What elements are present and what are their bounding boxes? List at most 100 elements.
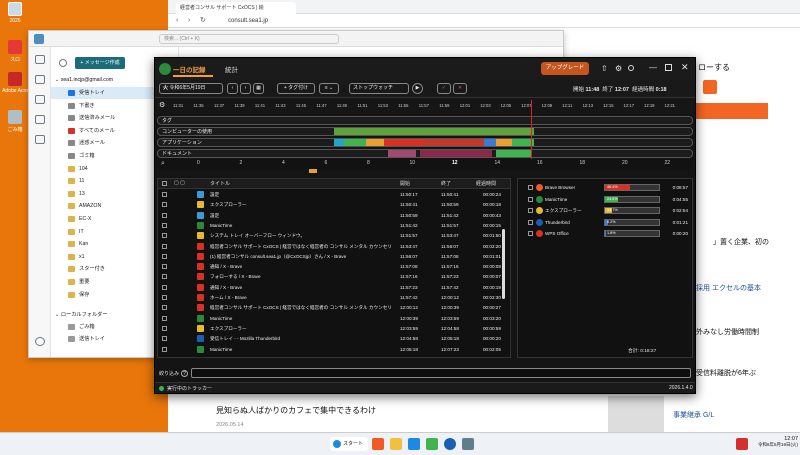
col-title[interactable]: タイトル — [210, 180, 230, 187]
hour-tick[interactable]: 2 — [240, 160, 243, 166]
tab-daily-record[interactable]: 一日の記録 — [173, 64, 206, 74]
row-checkbox[interactable] — [162, 233, 167, 239]
table-row[interactable]: 経営者コンサル サポート CxOCS | 経営ではなく経営者の コンサル メンタ… — [158, 242, 510, 251]
doc-segment[interactable] — [420, 150, 492, 157]
hour-tick[interactable]: 6 — [325, 160, 328, 166]
row-checkbox[interactable] — [162, 243, 167, 249]
app-summary-row[interactable]: エクスプローラー 13.7% 0:02:54 — [518, 205, 692, 216]
next-day-button[interactable]: › — [240, 83, 251, 94]
new-message-button[interactable]: + メッセージ作成 — [75, 57, 125, 69]
desktop-icon-folder[interactable]: 2026 — [2, 2, 28, 24]
table-row[interactable]: (1) 経営者コンサル consult.sea1.jp（@CxOCSjp）さん … — [158, 252, 510, 261]
explorer-icon[interactable] — [390, 438, 402, 450]
edge-icon[interactable] — [408, 438, 420, 450]
forward-icon[interactable]: › — [188, 16, 190, 26]
tab-statistics[interactable]: 統計 — [225, 64, 238, 74]
hour-axis[interactable]: ⌕ 0 2 4 6 8 10 12 14 16 18 20 22 — [157, 159, 693, 169]
hour-tick[interactable]: 10 — [410, 160, 416, 166]
hour-tick[interactable]: 8 — [367, 160, 370, 166]
calendar-icon[interactable] — [35, 95, 45, 104]
gear-icon[interactable]: ⚙ — [159, 101, 165, 109]
table-row[interactable]: ManicTime 12:05:18 12:07:23 00:02:05 — [158, 345, 510, 354]
table-row[interactable]: 通知 / X - Brave 11:57:23 11:57:42 00:00:19 — [158, 283, 510, 292]
row-checkbox[interactable] — [162, 346, 167, 352]
table-row[interactable]: 経営者コンサル サポート CxOCS | 経営ではなく経営者の コンサル メンタ… — [158, 303, 510, 312]
table-row[interactable]: ホーム / X - Brave 11:57:42 12:00:12 00:02:30 — [158, 293, 510, 302]
hour-tick[interactable]: 12 — [452, 160, 458, 166]
app-segment[interactable] — [344, 139, 366, 146]
search-icon[interactable]: ⌕ — [161, 160, 165, 168]
related-link[interactable]: 事業継承 G/L — [673, 410, 714, 420]
filter-input[interactable] — [191, 368, 691, 378]
row-checkbox[interactable] — [162, 192, 167, 197]
tasks-icon[interactable] — [35, 115, 45, 124]
table-row[interactable]: 設定 11:50:17 11:50:41 00:00:24 — [158, 190, 510, 199]
select-all-checkbox[interactable] — [162, 181, 167, 186]
table-row[interactable]: 設定 11:50:59 11:51:42 00:00:43 — [158, 211, 510, 220]
thunderbird-taskbar-icon[interactable] — [444, 438, 456, 450]
mail-search-input[interactable]: 検索... (Ctrl + K) — [159, 34, 339, 44]
upgrade-button[interactable]: アップグレード — [541, 62, 589, 75]
hour-tick[interactable]: 4 — [282, 160, 285, 166]
row-checkbox[interactable] — [162, 222, 167, 228]
row-checkbox[interactable] — [162, 325, 167, 331]
article-thumbnail[interactable] — [608, 396, 664, 432]
lane-documents[interactable]: ドキュメント — [157, 149, 693, 158]
app-segment[interactable] — [334, 139, 344, 146]
table-row[interactable]: エクスプローラー 11:50:41 11:50:59 00:00:18 — [158, 200, 510, 209]
prev-day-button[interactable]: ‹ — [227, 83, 238, 94]
menu-button[interactable]: ≡ ⌄ — [319, 83, 339, 94]
reload-icon[interactable]: ↻ — [200, 16, 206, 26]
lane-applications[interactable]: アプリケーション — [157, 138, 693, 147]
app-segment[interactable] — [384, 139, 424, 146]
desktop-icon-recycle-bin[interactable]: ごみ箱 — [2, 110, 28, 133]
row-checkbox[interactable] — [162, 202, 167, 208]
row-checkbox[interactable] — [162, 253, 167, 259]
brave-icon[interactable] — [372, 438, 384, 450]
hour-tick[interactable]: 20 — [622, 160, 628, 166]
app-checkbox[interactable] — [528, 185, 533, 190]
col-end[interactable]: 終了 — [441, 180, 451, 187]
col-start[interactable]: 開始 — [400, 180, 410, 187]
maximize-icon[interactable] — [665, 64, 672, 71]
desktop-icon-acrobat[interactable]: Adobe Acro — [2, 72, 28, 94]
cancel-button[interactable]: ✕ — [453, 83, 467, 94]
help-icon[interactable]: ? — [181, 370, 188, 377]
rss-icon[interactable] — [703, 80, 717, 94]
address-bar[interactable]: consult.sea1.jp — [228, 16, 528, 26]
app-segment[interactable] — [424, 139, 484, 146]
mail-icon[interactable] — [35, 55, 45, 64]
table-row[interactable]: ManicTime 11:51:42 11:51:57 00:00:15 — [158, 221, 510, 230]
table-row[interactable]: フォローする / X - Brave 11:57:16 11:57:23 00:00:… — [158, 272, 510, 281]
local-folders-header[interactable]: ⌄ ローカルフォルダー — [55, 311, 108, 318]
close-icon[interactable]: ✕ — [681, 62, 689, 73]
row-checkbox[interactable] — [162, 305, 167, 311]
confirm-button[interactable]: ✓ — [437, 83, 451, 94]
notification-icon[interactable] — [736, 438, 748, 450]
app-summary-row[interactable]: Thunderbird 6.2% 0:01:21 — [518, 217, 692, 228]
usage-segment[interactable] — [334, 128, 534, 135]
settings-icon[interactable] — [35, 337, 45, 346]
date-picker[interactable]: 火 令和6年5月19日 — [159, 83, 223, 94]
app-segment[interactable] — [496, 139, 512, 146]
article-headline[interactable]: 見知らぬ人ばかりのカフェで集中できるわけ — [216, 405, 376, 416]
table-row[interactable]: システム トレイ オーバーフロー ウィンドウ。 11:51:57 11:53:47 0… — [158, 231, 510, 240]
hour-tick[interactable]: 18 — [580, 160, 586, 166]
table-row[interactable]: エクスプローラー 12:03:59 12:04:58 00:00:59 — [158, 324, 510, 333]
row-checkbox[interactable] — [162, 315, 167, 321]
app-checkbox[interactable] — [528, 231, 533, 236]
back-icon[interactable]: ‹ — [176, 16, 178, 26]
chat-icon[interactable] — [35, 135, 45, 144]
row-checkbox[interactable] — [162, 284, 167, 290]
app-summary-row[interactable]: Brave Browser 46.4% 0:08:57 — [518, 182, 692, 193]
manictime-taskbar-icon[interactable] — [426, 438, 438, 450]
doc-segment[interactable] — [388, 150, 416, 157]
tray-icon[interactable]: ⇧ — [601, 64, 608, 73]
minimize-icon[interactable]: — — [649, 63, 657, 72]
app-checkbox[interactable] — [528, 208, 533, 213]
browser-tab[interactable]: 経営者コンサル サポート CxOCS | 絵 — [176, 2, 296, 14]
address-book-icon[interactable] — [35, 75, 45, 84]
spaces-icon[interactable] — [59, 59, 67, 67]
app-checkbox[interactable] — [528, 219, 533, 225]
play-button[interactable]: ▶ — [412, 83, 423, 94]
